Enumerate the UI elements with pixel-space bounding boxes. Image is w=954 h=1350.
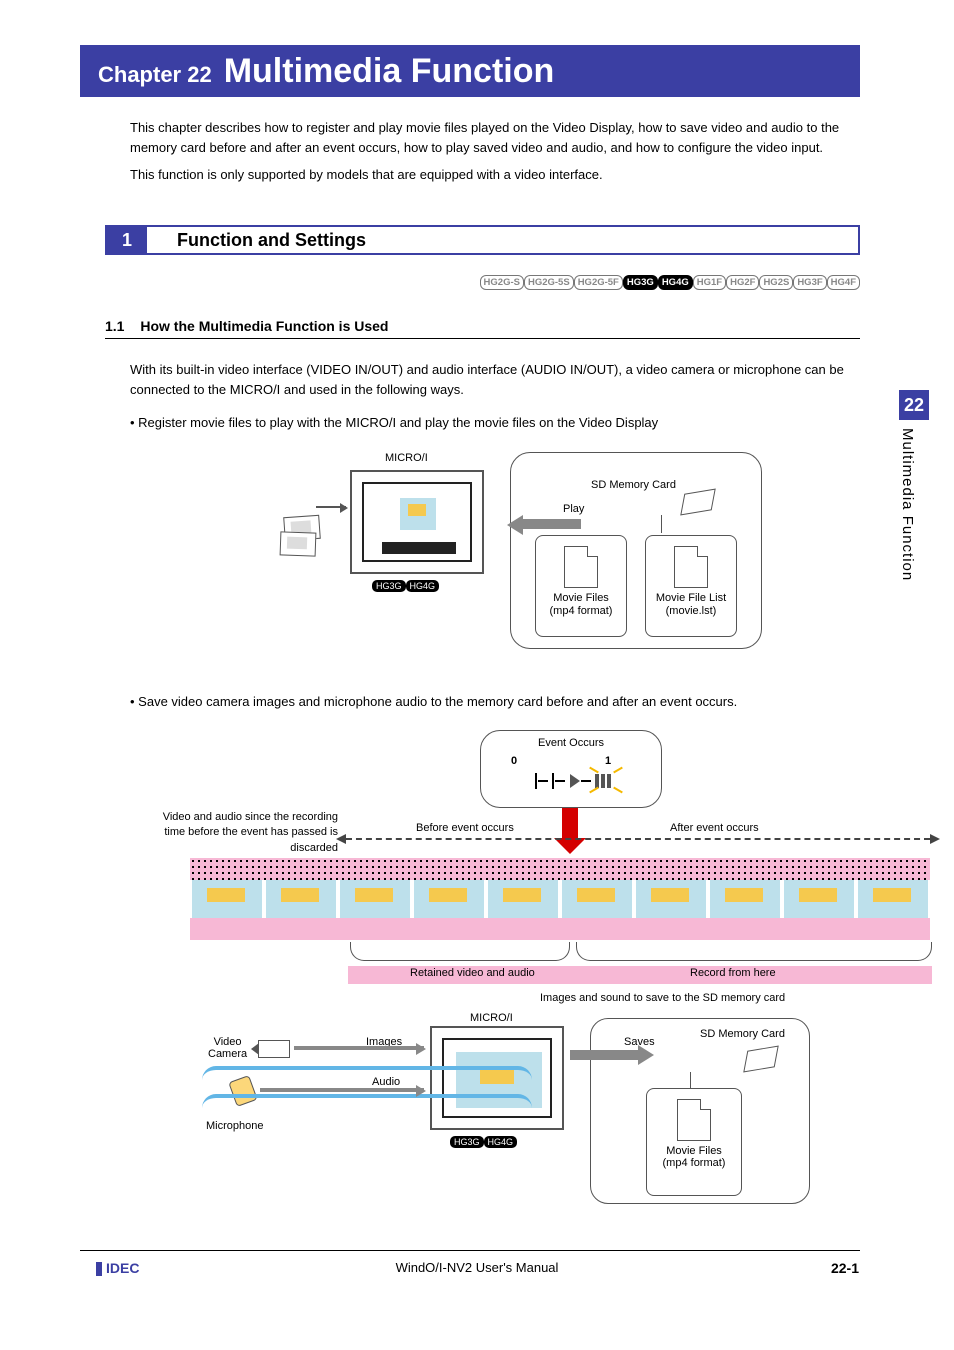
control-bar-icon	[382, 542, 456, 554]
bullet-1: • Register movie files to play with the …	[130, 415, 855, 430]
body-p1: With its built-in video interface (VIDEO…	[130, 360, 855, 399]
model-tag-hg4g: HG4G	[658, 275, 693, 290]
movie-list-label: Movie File List	[646, 592, 736, 605]
intro-p1: This chapter describes how to register a…	[130, 118, 855, 157]
audio-strip-top-icon	[190, 858, 930, 880]
mic-label: Microphone	[206, 1120, 263, 1132]
movie-files-box: Movie Files (mp4 format)	[535, 535, 627, 637]
highlight-icon	[593, 767, 619, 793]
section-number: 1	[107, 227, 147, 253]
record-label: Record from here	[690, 967, 776, 979]
arrow-icon	[294, 1046, 424, 1050]
discard-note: Video and audio since the recording time…	[158, 810, 338, 856]
model-tag-hg2s: HG2S	[759, 275, 793, 290]
file-icon	[564, 546, 598, 588]
chapter-title: Multimedia Function	[224, 45, 555, 97]
audio-label: Audio	[372, 1076, 400, 1088]
sd-label: SD Memory Card	[700, 1028, 785, 1040]
model-tag-hg3g: HG3G	[450, 1136, 484, 1148]
file-icon	[674, 546, 708, 588]
play-arrow-icon	[521, 519, 581, 529]
file-icon	[677, 1099, 711, 1141]
hmi-device-icon	[350, 470, 484, 574]
connector-line	[690, 1072, 691, 1088]
event-title: Event Occurs	[481, 737, 661, 749]
arrow-icon	[316, 506, 346, 508]
movie-files-label: Movie Files	[647, 1145, 741, 1157]
movie-files-fmt: (mp4 format)	[647, 1157, 741, 1169]
model-tag-hg2f: HG2F	[726, 275, 759, 290]
event-box: Event Occurs 0 1	[480, 730, 662, 808]
side-chapter-number: 22	[899, 390, 929, 420]
side-tab: 22 Multimedia Function	[899, 390, 929, 581]
side-chapter-title: Multimedia Function	[899, 428, 916, 581]
retained-label: Retained video and audio	[410, 967, 535, 979]
subsection-number: 1.1	[105, 318, 124, 334]
fig1-model-tags: HG3GHG4G	[372, 580, 439, 592]
connector-line	[661, 515, 662, 533]
footer-rule	[80, 1250, 860, 1251]
figure-event-record: Event Occurs 0 1 Video and audio since t…	[130, 720, 860, 1230]
red-arrow-icon	[562, 808, 578, 838]
chapter-header: Chapter 22 Multimedia Function	[80, 45, 860, 97]
intro-block: This chapter describes how to register a…	[130, 118, 855, 185]
subsection-title: How the Multimedia Function is Used	[140, 318, 388, 334]
brace-record-icon	[576, 942, 932, 961]
model-tag-hg4g: HG4G	[484, 1136, 518, 1148]
timeline-axis-icon	[346, 838, 930, 840]
video-thumb-icon	[400, 498, 436, 530]
chapter-number: Chapter 22	[98, 62, 212, 88]
audio-strip-bottom-icon	[190, 918, 930, 940]
movie-files-label: Movie Files	[536, 592, 626, 605]
model-tag-hg2g-5f: HG2G-5F	[574, 275, 623, 290]
sd-card-icon	[680, 489, 716, 516]
zero-label: 0	[511, 755, 517, 767]
section-heading-1: 1 Function and Settings	[105, 225, 860, 255]
wire-icon	[202, 1094, 532, 1114]
model-tag-hg3g: HG3G	[372, 580, 406, 592]
camera-icon	[258, 1040, 290, 1058]
fig2-microi-label: MICRO/I	[470, 1012, 513, 1024]
arrow-icon	[260, 1088, 424, 1092]
model-tag-hg3f: HG3F	[793, 275, 826, 290]
fig1-microi-label: MICRO/I	[385, 452, 428, 464]
figure-play-movies: MICRO/I HG3GHG4G SD Memory Card Play Mov…	[280, 440, 780, 660]
subsection-heading-1-1: 1.1 How the Multimedia Function is Used	[105, 318, 860, 339]
movie-list-file: (movie.lst)	[646, 605, 736, 618]
before-label: Before event occurs	[416, 822, 514, 834]
movie-files-box: Movie Files (mp4 format)	[646, 1088, 742, 1196]
after-label: After event occurs	[670, 822, 759, 834]
intro-p2: This function is only supported by model…	[130, 165, 855, 185]
model-tag-hg3g: HG3G	[623, 275, 658, 290]
saves-arrow-icon	[570, 1050, 640, 1060]
bullet-2: • Save video camera images and microphon…	[130, 694, 855, 709]
model-tag-hg2g-s: HG2G-S	[480, 275, 524, 290]
fig2-model-tags: HG3GHG4G	[450, 1136, 517, 1148]
footer-doc-title: WindO/I-NV2 User's Manual	[0, 1260, 954, 1275]
movie-list-box: Movie File List (movie.lst)	[645, 535, 737, 637]
one-label: 1	[605, 755, 611, 767]
model-tags: HG2G-SHG2G-5SHG2G-5FHG3GHG4GHG1FHG2FHG2S…	[445, 275, 860, 290]
sd-label: SD Memory Card	[591, 479, 676, 491]
model-tag-hg4f: HG4F	[827, 275, 860, 290]
play-label: Play	[563, 503, 584, 515]
camera-label: Video Camera	[208, 1036, 247, 1060]
wire-icon	[202, 1066, 532, 1086]
video-frames-icon	[190, 880, 930, 918]
model-tag-hg1f: HG1F	[693, 275, 726, 290]
model-tag-hg4g: HG4G	[406, 580, 440, 592]
footer-page-number: 22-1	[831, 1260, 859, 1276]
sd-card-group: SD Memory Card Play Movie Files (mp4 for…	[510, 452, 762, 649]
model-tag-hg2g-5s: HG2G-5S	[524, 275, 574, 290]
brace-retained-icon	[350, 942, 570, 961]
movie-files-fmt: (mp4 format)	[536, 605, 626, 618]
photo-icon	[280, 531, 317, 556]
save-caption: Images and sound to save to the SD memor…	[540, 992, 785, 1004]
section-title: Function and Settings	[177, 230, 366, 251]
